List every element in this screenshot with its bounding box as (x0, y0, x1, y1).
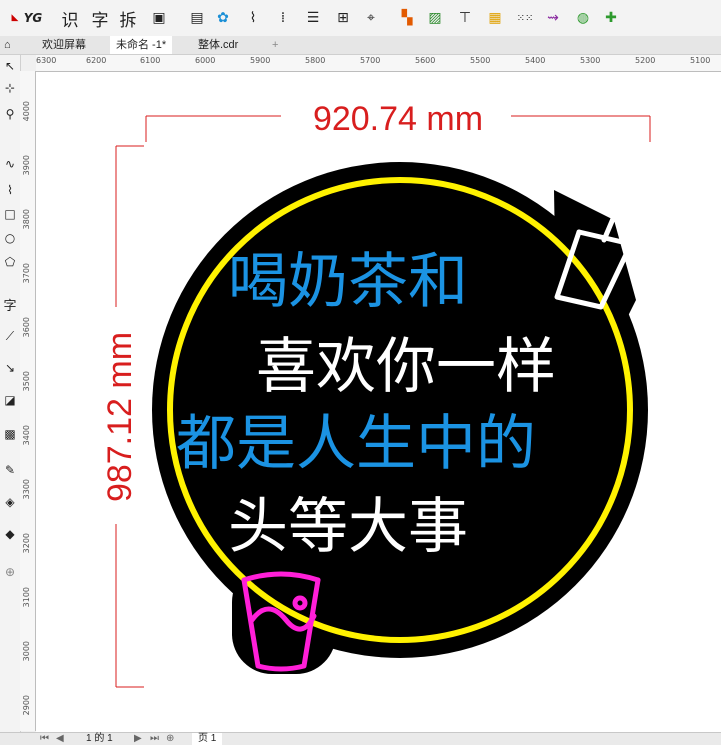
parallel-dimension-icon[interactable]: ⟋ (1, 327, 19, 345)
font-button[interactable]: 字 (90, 7, 110, 31)
ruler-label: 5600 (415, 56, 436, 65)
page-counter: 1 的 1 (86, 733, 113, 744)
zoom-tool-icon[interactable]: ⚲ (1, 105, 19, 123)
ruler-label: 5800 (305, 56, 326, 65)
height-dimension-label[interactable]: 987.12 mm (101, 332, 139, 502)
list-icon[interactable]: ▦ (484, 7, 506, 29)
main-toolbar: ◣ YG 识 字 拆 ▣ ▤ ✿ ⌇ ⁞ ☰ ⊞ ⌖ ▚ ▨ ⊤ ▦ ⁙⁙ ⇝ … (0, 0, 721, 37)
ruler-label: 6300 (36, 56, 57, 65)
rectangle-tool-icon[interactable]: □ (1, 205, 19, 223)
polygon-tool-icon[interactable]: ⬠ (1, 253, 19, 271)
ruler-label: 5900 (250, 56, 271, 65)
ruler-label: 3800 (22, 209, 31, 230)
tab-untitled[interactable]: 未命名 -1* (110, 36, 173, 54)
horizontal-ruler[interactable]: 6300 6200 6100 6000 5900 5800 5700 5600 … (36, 55, 721, 72)
page-tab[interactable]: 页 1 (192, 733, 223, 745)
page-navigator: ⏮ ◀ 1 的 1 ▶ ⏭ ⊕ 页 1 (0, 732, 721, 745)
distribute-icon[interactable]: ⁞ (272, 7, 294, 29)
ruler-label: 5500 (470, 56, 491, 65)
toolbox: ↖ ⊹ ⚲ ∿ ⌇ □ ○ ⬠ 字 ⟋ ↘ ◪ ▩ ✎ ◈ ◆ ⊕ (0, 55, 21, 735)
ellipse-tool-icon[interactable]: ○ (1, 229, 19, 247)
arrows-icon[interactable]: ⇝ (542, 7, 564, 29)
ruler-label: 5100 (690, 56, 711, 65)
text-line-1[interactable]: 喝奶茶和 (228, 248, 468, 315)
clipboard-icon[interactable]: ▣ (148, 7, 170, 29)
ruler-label: 5700 (360, 56, 381, 65)
text-line-2[interactable]: 喜欢你一样 (256, 333, 556, 400)
crosshair-icon[interactable]: ⌖ (360, 7, 382, 29)
align-text-icon[interactable]: ⊤ (454, 7, 476, 29)
last-page-icon[interactable]: ⏭ (150, 733, 159, 745)
document-tabs: ⌂ 欢迎屏幕 未命名 -1* 整体.cdr + (0, 36, 721, 55)
pick-tool-icon[interactable]: ↖ (1, 57, 19, 75)
ruler-label: 5400 (525, 56, 546, 65)
tab-whole-cdr[interactable]: 整体.cdr (192, 36, 244, 54)
ruler-label: 3100 (22, 587, 31, 608)
home-icon[interactable]: ⌂ (0, 36, 18, 54)
freehand-tool-icon[interactable]: ∿ (1, 155, 19, 173)
plugin-logo-button[interactable]: YG (22, 7, 44, 29)
globe-icon[interactable]: ◍ (572, 7, 594, 29)
width-dimension-label[interactable]: 920.74 mm (313, 100, 483, 138)
vertical-ruler[interactable]: 4000 3900 3800 3700 3600 3500 3400 3300 … (20, 71, 36, 731)
smart-fill-icon[interactable]: ◆ (1, 525, 19, 543)
artistic-media-icon[interactable]: ⌇ (1, 181, 19, 199)
prev-page-icon[interactable]: ◀ (56, 733, 64, 745)
text-tool-icon[interactable]: 字 (1, 295, 19, 314)
color-blocks-icon[interactable]: ▚ (396, 7, 418, 29)
add-page-icon[interactable]: ⊕ (166, 733, 174, 745)
ruler-label: 3400 (22, 425, 31, 446)
add-tool-icon[interactable]: ⊕ (1, 563, 19, 581)
artwork[interactable]: 920.74 mm 987.12 mm 喝奶茶和 喜欢你一样 都是人生中的 头等… (36, 72, 721, 732)
lines-icon[interactable]: ☰ (302, 7, 324, 29)
text-line-3[interactable]: 都是人生中的 (176, 410, 536, 477)
ruler-label: 6200 (86, 56, 107, 65)
recognize-text-button[interactable]: 识 (60, 7, 80, 31)
dots-icon[interactable]: ⁙⁙ (514, 7, 536, 29)
ruler-label: 3700 (22, 263, 31, 284)
interactive-fill-icon[interactable]: ◈ (1, 493, 19, 511)
ruler-label: 3500 (22, 371, 31, 392)
text-line-4[interactable]: 头等大事 (228, 493, 468, 560)
node-curve-icon[interactable]: ⌇ (242, 7, 264, 29)
transparency-tool-icon[interactable]: ▩ (1, 425, 19, 443)
ruler-label: 3200 (22, 533, 31, 554)
ruler-label: 3900 (22, 155, 31, 176)
ruler-label: 3600 (22, 317, 31, 338)
image-icon[interactable]: ▨ (424, 7, 446, 29)
ruler-label: 3300 (22, 479, 31, 500)
ruler-label: 5200 (635, 56, 656, 65)
ruler-label: 6100 (140, 56, 161, 65)
pattern-icon[interactable]: ✿ (212, 7, 234, 29)
first-page-icon[interactable]: ⏮ (40, 733, 49, 745)
ruler-label: 4000 (22, 101, 31, 122)
connector-tool-icon[interactable]: ↘ (1, 359, 19, 377)
grid-select-icon[interactable]: ⊞ (332, 7, 354, 29)
add-tab-button[interactable]: + (266, 36, 284, 54)
drawing-canvas[interactable]: 920.74 mm 987.12 mm 喝奶茶和 喜欢你一样 都是人生中的 头等… (36, 72, 721, 732)
ruler-label: 6000 (195, 56, 216, 65)
ruler-label: 3000 (22, 641, 31, 662)
split-button[interactable]: 拆 (118, 7, 138, 31)
ruler-label: 5300 (580, 56, 601, 65)
table-icon[interactable]: ▤ (186, 7, 208, 29)
eyedropper-tool-icon[interactable]: ✎ (1, 461, 19, 479)
shape-tool-icon[interactable]: ⊹ (1, 79, 19, 97)
shadow-tool-icon[interactable]: ◪ (1, 391, 19, 409)
next-page-icon[interactable]: ▶ (134, 733, 142, 745)
puzzle-icon[interactable]: ✚ (600, 7, 622, 29)
tab-welcome[interactable]: 欢迎屏幕 (36, 36, 92, 54)
ruler-label: 2900 (22, 695, 31, 716)
